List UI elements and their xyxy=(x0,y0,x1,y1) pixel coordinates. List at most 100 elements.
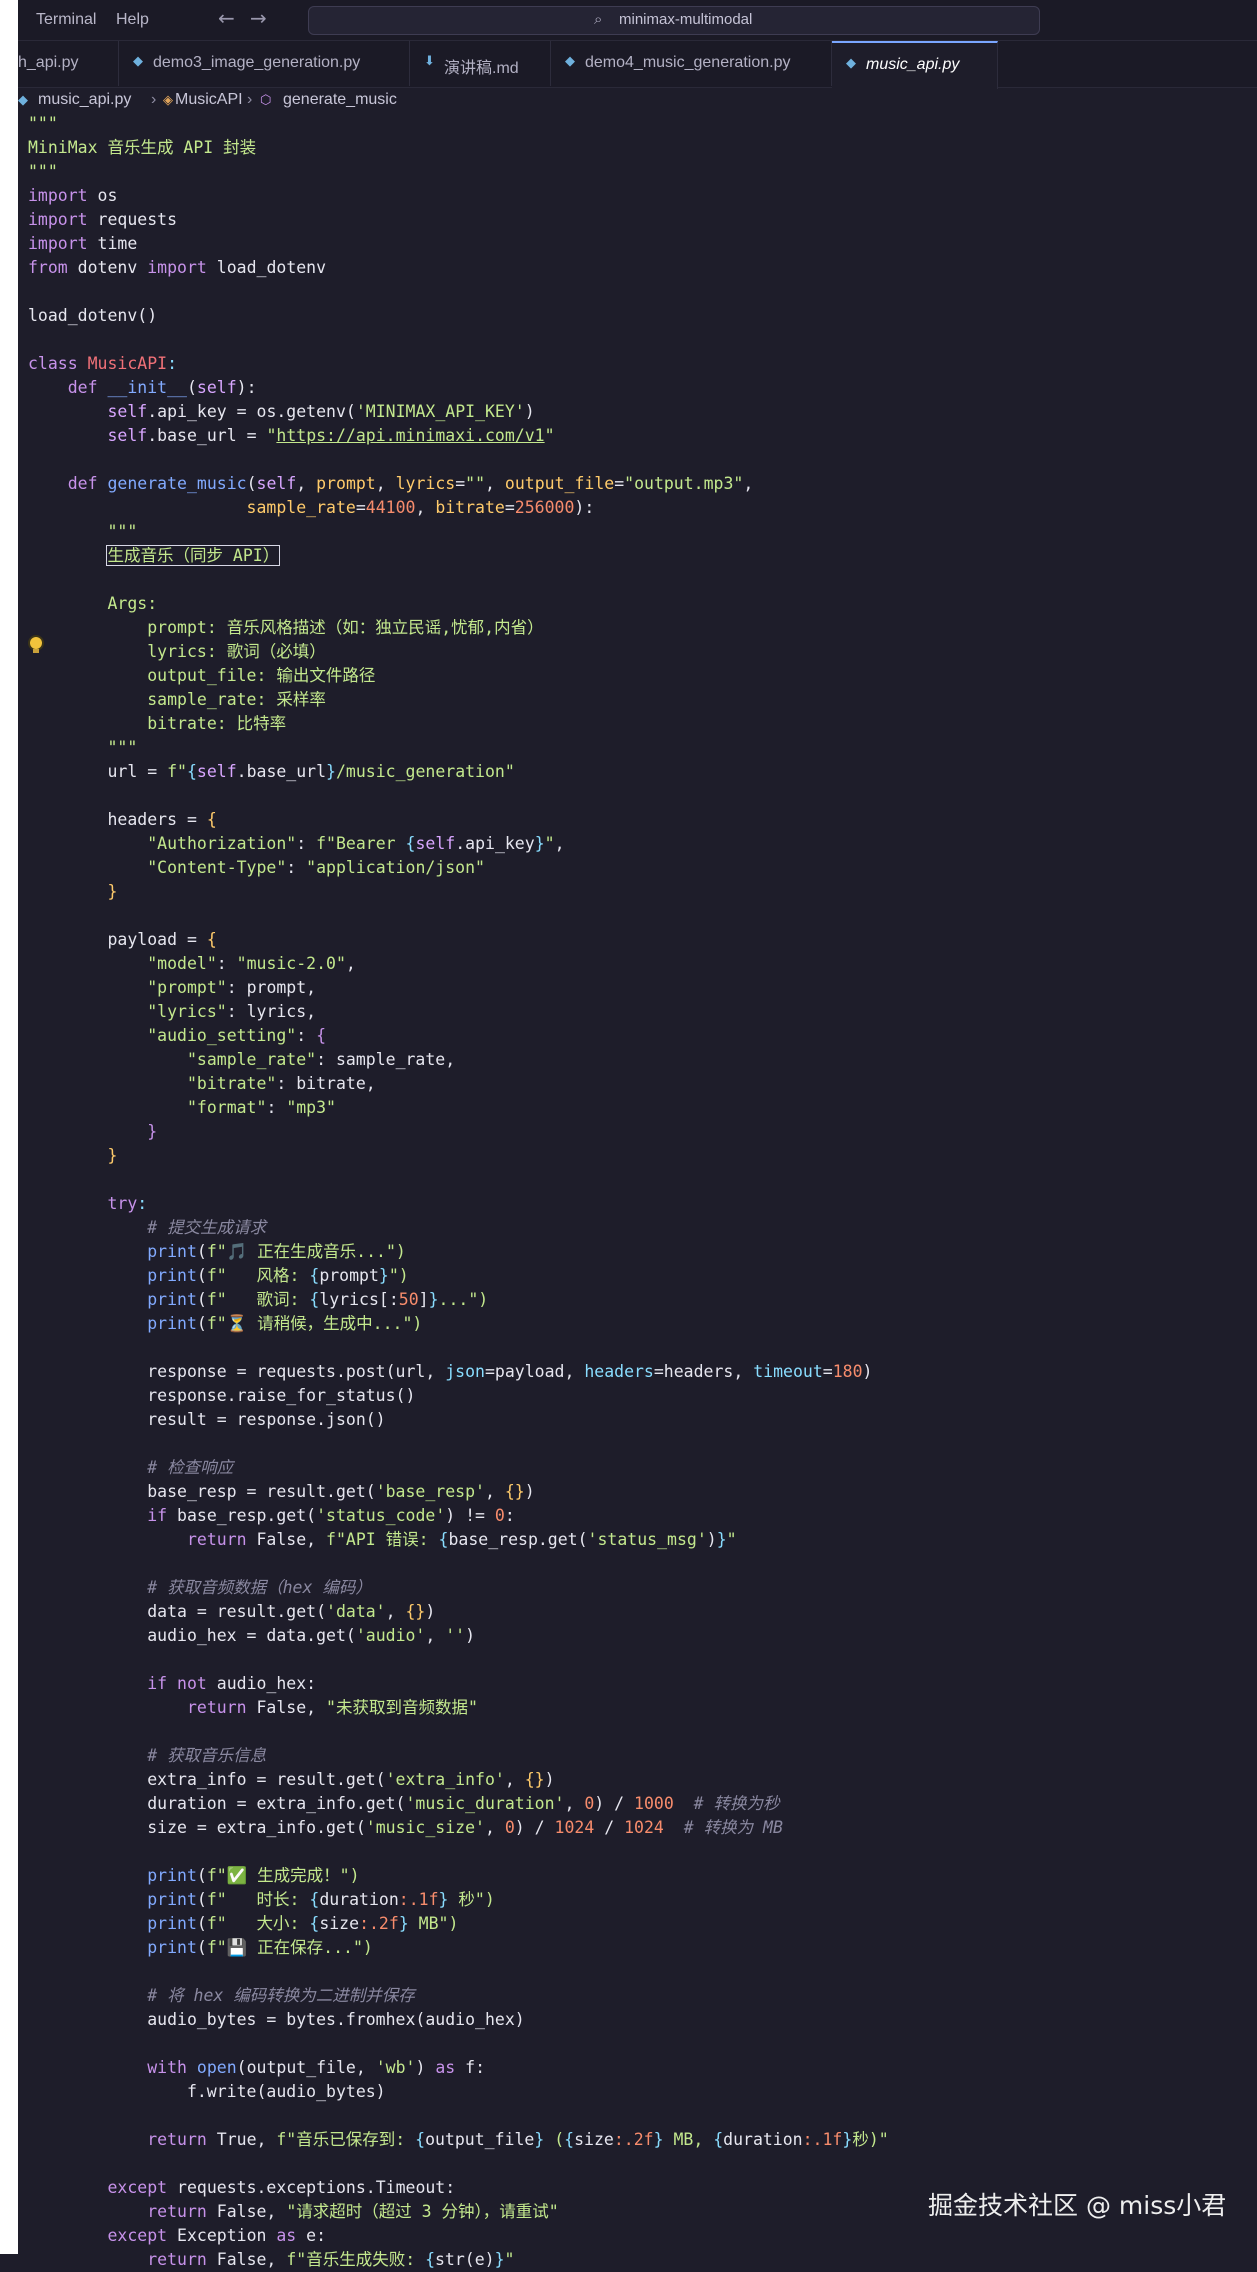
code-line: try: xyxy=(107,1194,148,1213)
code-line: response = requests.post(url, json=paylo… xyxy=(28,1362,873,1381)
breadcrumb-separator: › xyxy=(247,91,253,108)
back-arrow-icon[interactable]: ← xyxy=(218,6,235,30)
code-line: if not audio_hex: xyxy=(147,1674,317,1693)
tab-demo4[interactable]: ◆ demo4_music_generation.py xyxy=(551,41,832,86)
tab-music-api[interactable]: ◆ music_api.py xyxy=(832,41,998,89)
code-line: """ xyxy=(107,522,138,541)
code-line: except Exception as e: xyxy=(107,2226,327,2245)
python-icon: ◆ xyxy=(565,54,575,69)
code-line: payload = { xyxy=(28,930,217,949)
search-icon: ⌕ xyxy=(594,10,603,28)
code-line: "format": "mp3" xyxy=(186,1098,336,1117)
code-line: def __init__(self): xyxy=(67,378,257,397)
code-line: } xyxy=(107,882,118,901)
code-line: f.write(audio_bytes) xyxy=(28,2082,386,2101)
title-bar: Terminal Help ← → ⌕ minimax-multimodal xyxy=(18,0,1257,41)
code-line: """ xyxy=(28,114,58,133)
tab-label: 演讲稿.md xyxy=(444,60,519,77)
code-line: if base_resp.get('status_code') != 0: xyxy=(147,1506,515,1525)
watermark: 掘金技术社区 @ miss小君 xyxy=(928,2191,1227,2220)
tab-speech-md[interactable]: ⬇ 演讲稿.md xyxy=(410,41,551,86)
code-line: sample_rate=44100, bitrate=256000): xyxy=(246,498,595,517)
code-line: "sample_rate": sample_rate, xyxy=(186,1050,456,1069)
code-line: return False, "请求超时（超过 3 分钟），请重试" xyxy=(147,2202,559,2221)
code-line: import requests xyxy=(28,210,178,229)
code-line: """ xyxy=(107,738,138,757)
code-line: self.api_key = os.getenv('MINIMAX_API_KE… xyxy=(107,402,535,421)
code-line: 生成音乐（同步 API） xyxy=(106,545,281,566)
code-line: return False, f"音乐生成失败: {str(e)}" xyxy=(147,2250,515,2269)
breadcrumb-class[interactable]: MusicAPI xyxy=(175,91,243,109)
breadcrumb-separator: › xyxy=(151,91,157,108)
code-line: # 获取音乐信息 xyxy=(147,1746,267,1765)
code-line: } xyxy=(147,1122,158,1141)
tab-label: music_api.py xyxy=(866,56,960,73)
code-line: "model": "music-2.0", xyxy=(147,954,356,973)
code-line: print(f"✅ 生成完成！") xyxy=(147,1866,360,1885)
code-line: print(f"💾 正在保存...") xyxy=(147,1938,373,1957)
code-line: """ xyxy=(28,162,58,181)
code-line: size = extra_info.get('music_size', 0) /… xyxy=(28,1818,783,1837)
code-line: print(f" 时长: {duration:.1f} 秒") xyxy=(147,1890,495,1909)
editor-tabs: h_api.py ◆ demo3_image_generation.py ⬇ 演… xyxy=(18,41,1257,89)
code-line: print(f"⏳ 请稍候，生成中...") xyxy=(147,1314,423,1333)
code-line: print(f" 大小: {size:.2f} MB") xyxy=(147,1914,459,1933)
code-line: load_dotenv() xyxy=(28,306,158,325)
python-icon: ◆ xyxy=(846,56,856,71)
code-line: } xyxy=(107,1146,118,1165)
code-line: result = response.json() xyxy=(28,1410,386,1429)
code-line: # 提交生成请求 xyxy=(147,1218,267,1237)
code-line: duration = extra_info.get('music_duratio… xyxy=(28,1794,780,1813)
code-line: except requests.exceptions.Timeout: xyxy=(107,2178,456,2197)
method-icon: ⬡ xyxy=(260,93,272,108)
code-line: print(f" 歌词: {lyrics[:50]}...") xyxy=(147,1290,489,1309)
code-line: with open(output_file, 'wb') as f: xyxy=(147,2058,486,2077)
code-line: response.raise_for_status() xyxy=(28,1386,416,1405)
code-line: headers = { xyxy=(28,810,217,829)
tab-label: h_api.py xyxy=(18,54,79,71)
code-line: class MusicAPI: xyxy=(28,354,178,373)
code-line: sample_rate: 采样率 xyxy=(147,690,326,709)
code-line: return True, f"音乐已保存到: {output_file} ({s… xyxy=(147,2130,889,2149)
forward-arrow-icon[interactable]: → xyxy=(250,6,267,30)
tab-h-api[interactable]: h_api.py xyxy=(18,41,119,86)
command-center-search[interactable]: ⌕ minimax-multimodal xyxy=(308,6,1040,35)
python-icon: ◆ xyxy=(18,93,28,108)
code-line: "prompt": prompt, xyxy=(147,978,317,997)
code-line: url = f"{self.base_url}/music_generation… xyxy=(28,762,515,781)
code-line: bitrate: 比特率 xyxy=(147,714,287,733)
code-line: audio_hex = data.get('audio', '') xyxy=(28,1626,476,1645)
breadcrumb-method[interactable]: generate_music xyxy=(283,91,397,109)
code-line: base_resp = result.get('base_resp', {}) xyxy=(28,1482,535,1501)
code-line: prompt: 音乐风格描述（如：独立民谣,忧郁,内省） xyxy=(147,618,544,637)
python-icon: ◆ xyxy=(133,54,143,69)
code-line: # 将 hex 编码转换为二进制并保存 xyxy=(147,1986,415,2005)
code-line: "bitrate": bitrate, xyxy=(186,1074,376,1093)
menu-terminal[interactable]: Terminal xyxy=(36,11,96,29)
code-line: return False, "未获取到音频数据" xyxy=(186,1698,478,1717)
code-line: Args: xyxy=(107,594,158,613)
markdown-icon: ⬇ xyxy=(424,54,435,69)
code-line: from dotenv import load_dotenv xyxy=(28,258,327,277)
code-line: import os xyxy=(28,186,118,205)
code-line: # 检查响应 xyxy=(147,1458,234,1477)
menu-help[interactable]: Help xyxy=(116,11,149,29)
breadcrumb-file[interactable]: music_api.py xyxy=(38,91,131,109)
code-line: "audio_setting": { xyxy=(147,1026,327,1045)
tab-demo3[interactable]: ◆ demo3_image_generation.py xyxy=(119,41,410,86)
left-edge xyxy=(0,0,18,2254)
code-line: return False, f"API 错误: {base_resp.get('… xyxy=(186,1530,737,1549)
code-line: # 获取音频数据（hex 编码） xyxy=(147,1578,372,1597)
code-line: lyrics: 歌词（必填） xyxy=(147,642,326,661)
code-line: self.base_url = "https://api.minimaxi.co… xyxy=(107,426,555,445)
search-text: minimax-multimodal xyxy=(619,11,753,28)
code-line: "Content-Type": "application/json" xyxy=(147,858,485,877)
code-line: print(f" 风格: {prompt}") xyxy=(147,1266,409,1285)
tab-label: demo4_music_generation.py xyxy=(585,54,791,71)
breadcrumb: ◆ music_api.py › ◈ MusicAPI › ⬡ generate… xyxy=(18,88,1257,114)
code-line: audio_bytes = bytes.fromhex(audio_hex) xyxy=(28,2010,525,2029)
code-line: def generate_music(self, prompt, lyrics=… xyxy=(67,474,754,493)
code-line: output_file: 输出文件路径 xyxy=(147,666,376,685)
code-line: MiniMax 音乐生成 API 封装 xyxy=(28,138,257,157)
class-icon: ◈ xyxy=(163,93,173,108)
